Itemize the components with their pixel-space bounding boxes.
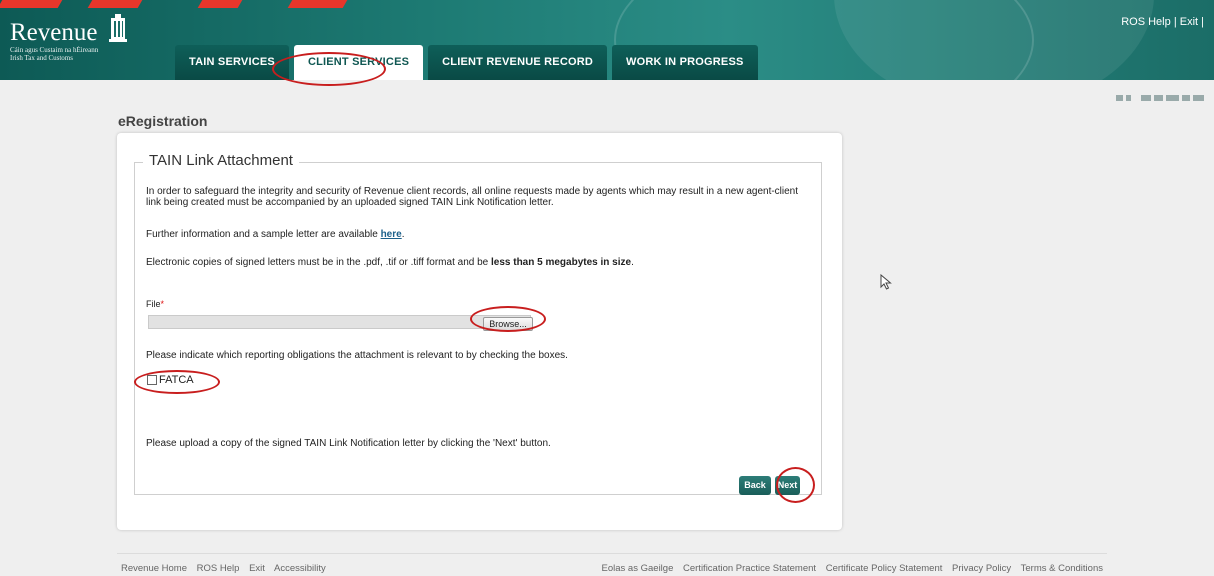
exit-link[interactable]: Exit (1180, 16, 1198, 28)
page-title: eRegistration (118, 113, 208, 129)
file-path-input[interactable] (148, 315, 531, 329)
fieldset-legend: TAIN Link Attachment (143, 152, 299, 169)
logo-subtitle-irish: Cáin agus Custaim na hÉireann (10, 46, 99, 54)
obscured-user-id (1116, 95, 1204, 104)
further-info-suffix: . (401, 229, 405, 240)
tab-client-services[interactable]: CLIENT SERVICES (293, 45, 424, 80)
revenue-logo[interactable]: Revenue Cáin agus Custaim na hÉireann Ir… (10, 14, 128, 62)
site-footer: Revenue Home ROS Help Exit Accessibility… (117, 553, 1107, 576)
further-info-text: Further information and a sample letter … (146, 229, 404, 240)
header-link-separator-trailing: | (1201, 16, 1204, 28)
back-button[interactable]: Back (739, 476, 771, 495)
intro-line-1: In order to safeguard the integrity and … (146, 186, 799, 197)
required-marker: * (160, 299, 165, 309)
footer-link-irish[interactable]: Eolas as Gaeilge (602, 563, 674, 574)
file-label-text: File (146, 299, 161, 309)
main-card: TAIN Link Attachment In order to safegua… (117, 133, 842, 530)
site-header: Revenue Cáin agus Custaim na hÉireann Ir… (0, 0, 1214, 80)
footer-link-revenue-home[interactable]: Revenue Home (121, 563, 187, 574)
footer-link-terms[interactable]: Terms & Conditions (1021, 563, 1103, 574)
format-requirements-text: Electronic copies of signed letters must… (146, 257, 634, 268)
footer-link-cert-practice[interactable]: Certification Practice Statement (683, 563, 816, 574)
tab-tain-services[interactable]: TAIN SERVICES (175, 45, 289, 80)
next-button[interactable]: Next (775, 476, 800, 495)
fatca-label[interactable]: FATCA (159, 374, 194, 386)
fatca-checkbox[interactable] (147, 375, 157, 385)
tab-client-revenue-record[interactable]: CLIENT REVENUE RECORD (428, 45, 608, 80)
footer-link-accessibility[interactable]: Accessibility (274, 563, 326, 574)
tain-link-fieldset: TAIN Link Attachment In order to safegua… (134, 152, 822, 495)
cursor-icon (880, 274, 892, 290)
fatca-option[interactable]: FATCA (147, 374, 194, 386)
footer-right-links: Eolas as Gaeilge Certification Practice … (602, 563, 1103, 574)
size-limit-text: less than 5 megabytes in size (491, 257, 632, 268)
here-link[interactable]: here (381, 229, 402, 240)
upload-instruction-text: Please upload a copy of the signed TAIN … (146, 438, 551, 449)
footer-link-cert-policy[interactable]: Certificate Policy Statement (826, 563, 943, 574)
browse-button[interactable]: Browse... (483, 317, 533, 331)
intro-paragraph: In order to safeguard the integrity and … (146, 186, 798, 208)
intro-line-2: link being created must be accompanied b… (146, 197, 554, 208)
header-red-stripes (0, 0, 400, 10)
further-info-prefix: Further information and a sample letter … (146, 229, 381, 240)
harp-icon (108, 14, 128, 42)
logo-wordmark: Revenue (10, 19, 98, 46)
tab-work-in-progress[interactable]: WORK IN PROGRESS (612, 45, 758, 80)
format-requirements-prefix: Electronic copies of signed letters must… (146, 257, 491, 268)
main-nav-tabs: TAIN SERVICES CLIENT SERVICES CLIENT REV… (175, 45, 763, 80)
file-label: File* (146, 299, 164, 310)
obligations-text: Please indicate which reporting obligati… (146, 350, 568, 361)
footer-left-links: Revenue Home ROS Help Exit Accessibility (121, 563, 333, 574)
header-link-separator: | (1173, 16, 1177, 28)
footer-link-ros-help[interactable]: ROS Help (197, 563, 240, 574)
format-requirements-suffix: . (631, 257, 634, 268)
footer-link-exit[interactable]: Exit (249, 563, 265, 574)
footer-link-privacy[interactable]: Privacy Policy (952, 563, 1011, 574)
ros-help-link[interactable]: ROS Help (1121, 16, 1171, 28)
logo-subtitle-english: Irish Tax and Customs (10, 54, 73, 62)
header-links: ROS Help | Exit | (1121, 16, 1204, 28)
